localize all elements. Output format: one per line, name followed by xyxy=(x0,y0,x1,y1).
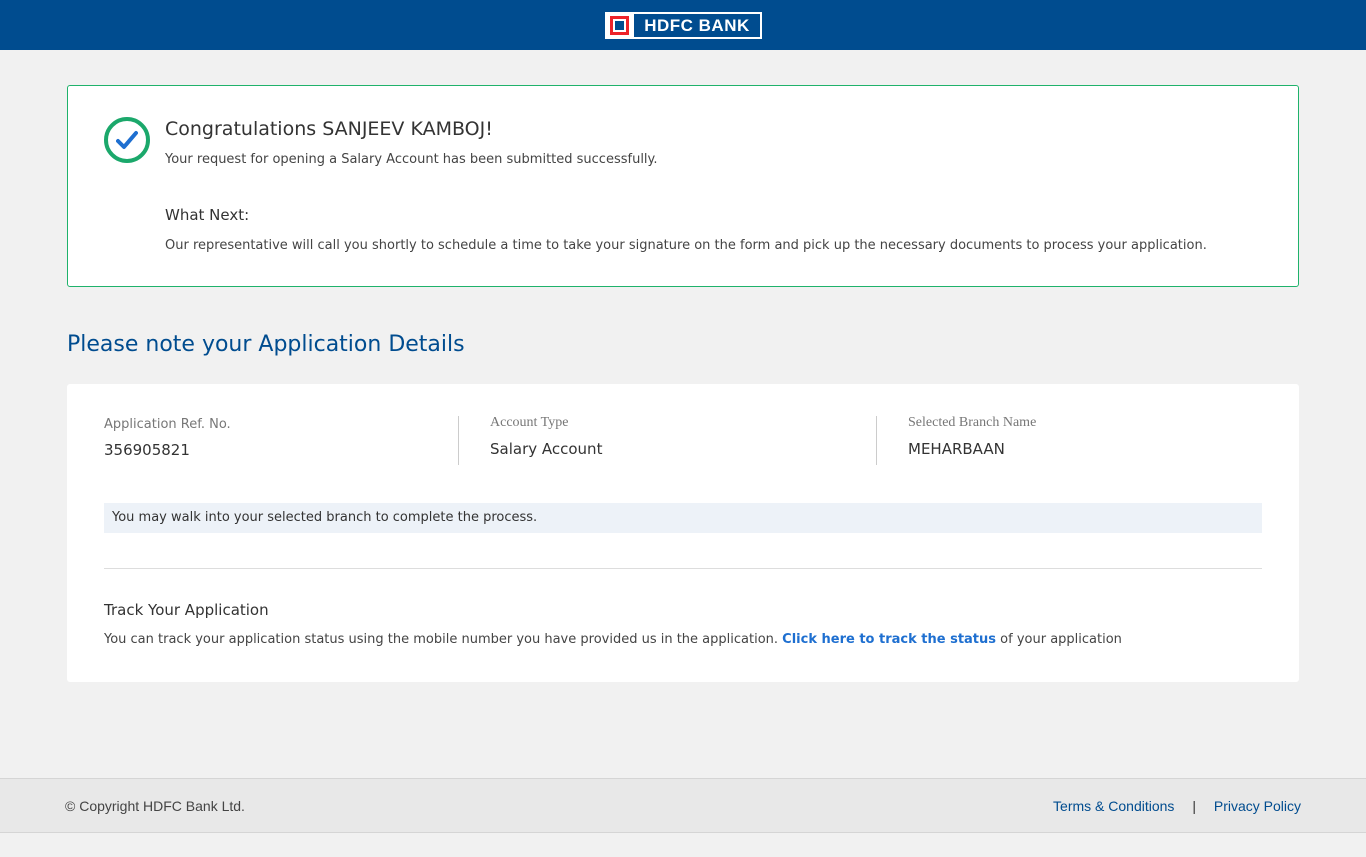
track-suffix-text: of your application xyxy=(1000,632,1122,647)
logo-text: HDFC BANK xyxy=(644,15,750,35)
terms-link[interactable]: Terms & Conditions xyxy=(1053,798,1174,814)
what-next-heading: What Next: xyxy=(165,206,250,224)
congrats-heading: Congratulations SANJEEV KAMBOJ! xyxy=(165,118,493,140)
footer-separator: | xyxy=(1192,798,1196,814)
header-bar: HDFC BANK xyxy=(0,0,1366,50)
horizontal-divider xyxy=(104,568,1262,569)
track-status-link[interactable]: Click here to track the status xyxy=(782,632,996,647)
ref-number-label: Application Ref. No. xyxy=(104,417,231,432)
ref-number-field: Application Ref. No. 356905821 xyxy=(104,417,231,459)
footer-links: Terms & Conditions | Privacy Policy xyxy=(1053,798,1301,814)
walk-in-note: You may walk into your selected branch t… xyxy=(104,503,1262,533)
track-prefix-text: You can track your application status us… xyxy=(104,632,779,647)
what-next-message: Our representative will call you shortly… xyxy=(165,238,1207,253)
divider xyxy=(876,416,877,465)
account-type-value: Salary Account xyxy=(490,440,603,458)
success-panel: Congratulations SANJEEV KAMBOJ! Your req… xyxy=(67,85,1299,287)
account-type-field: Account Type Salary Account xyxy=(490,415,602,458)
track-application-heading: Track Your Application xyxy=(104,601,269,619)
branch-label: Selected Branch Name xyxy=(908,415,1037,430)
submitted-message: Your request for opening a Salary Accoun… xyxy=(165,152,658,167)
hdfc-logo[interactable]: HDFC BANK xyxy=(605,12,762,39)
check-circle-icon xyxy=(104,117,150,163)
branch-value: MEHARBAAN xyxy=(908,440,1005,458)
track-application-text: You can track your application status us… xyxy=(104,632,1122,647)
footer: © Copyright HDFC Bank Ltd. Terms & Condi… xyxy=(0,778,1366,833)
privacy-link[interactable]: Privacy Policy xyxy=(1214,798,1301,814)
ref-number-value: 356905821 xyxy=(104,441,190,459)
branch-field: Selected Branch Name MEHARBAAN xyxy=(908,415,1036,458)
divider xyxy=(458,416,459,465)
hdfc-logo-mark-icon xyxy=(607,14,634,37)
copyright-text: © Copyright HDFC Bank Ltd. xyxy=(65,798,245,814)
application-details-card: Application Ref. No. 356905821 Account T… xyxy=(67,384,1299,682)
application-details-title: Please note your Application Details xyxy=(67,332,465,357)
account-type-label: Account Type xyxy=(490,415,569,430)
